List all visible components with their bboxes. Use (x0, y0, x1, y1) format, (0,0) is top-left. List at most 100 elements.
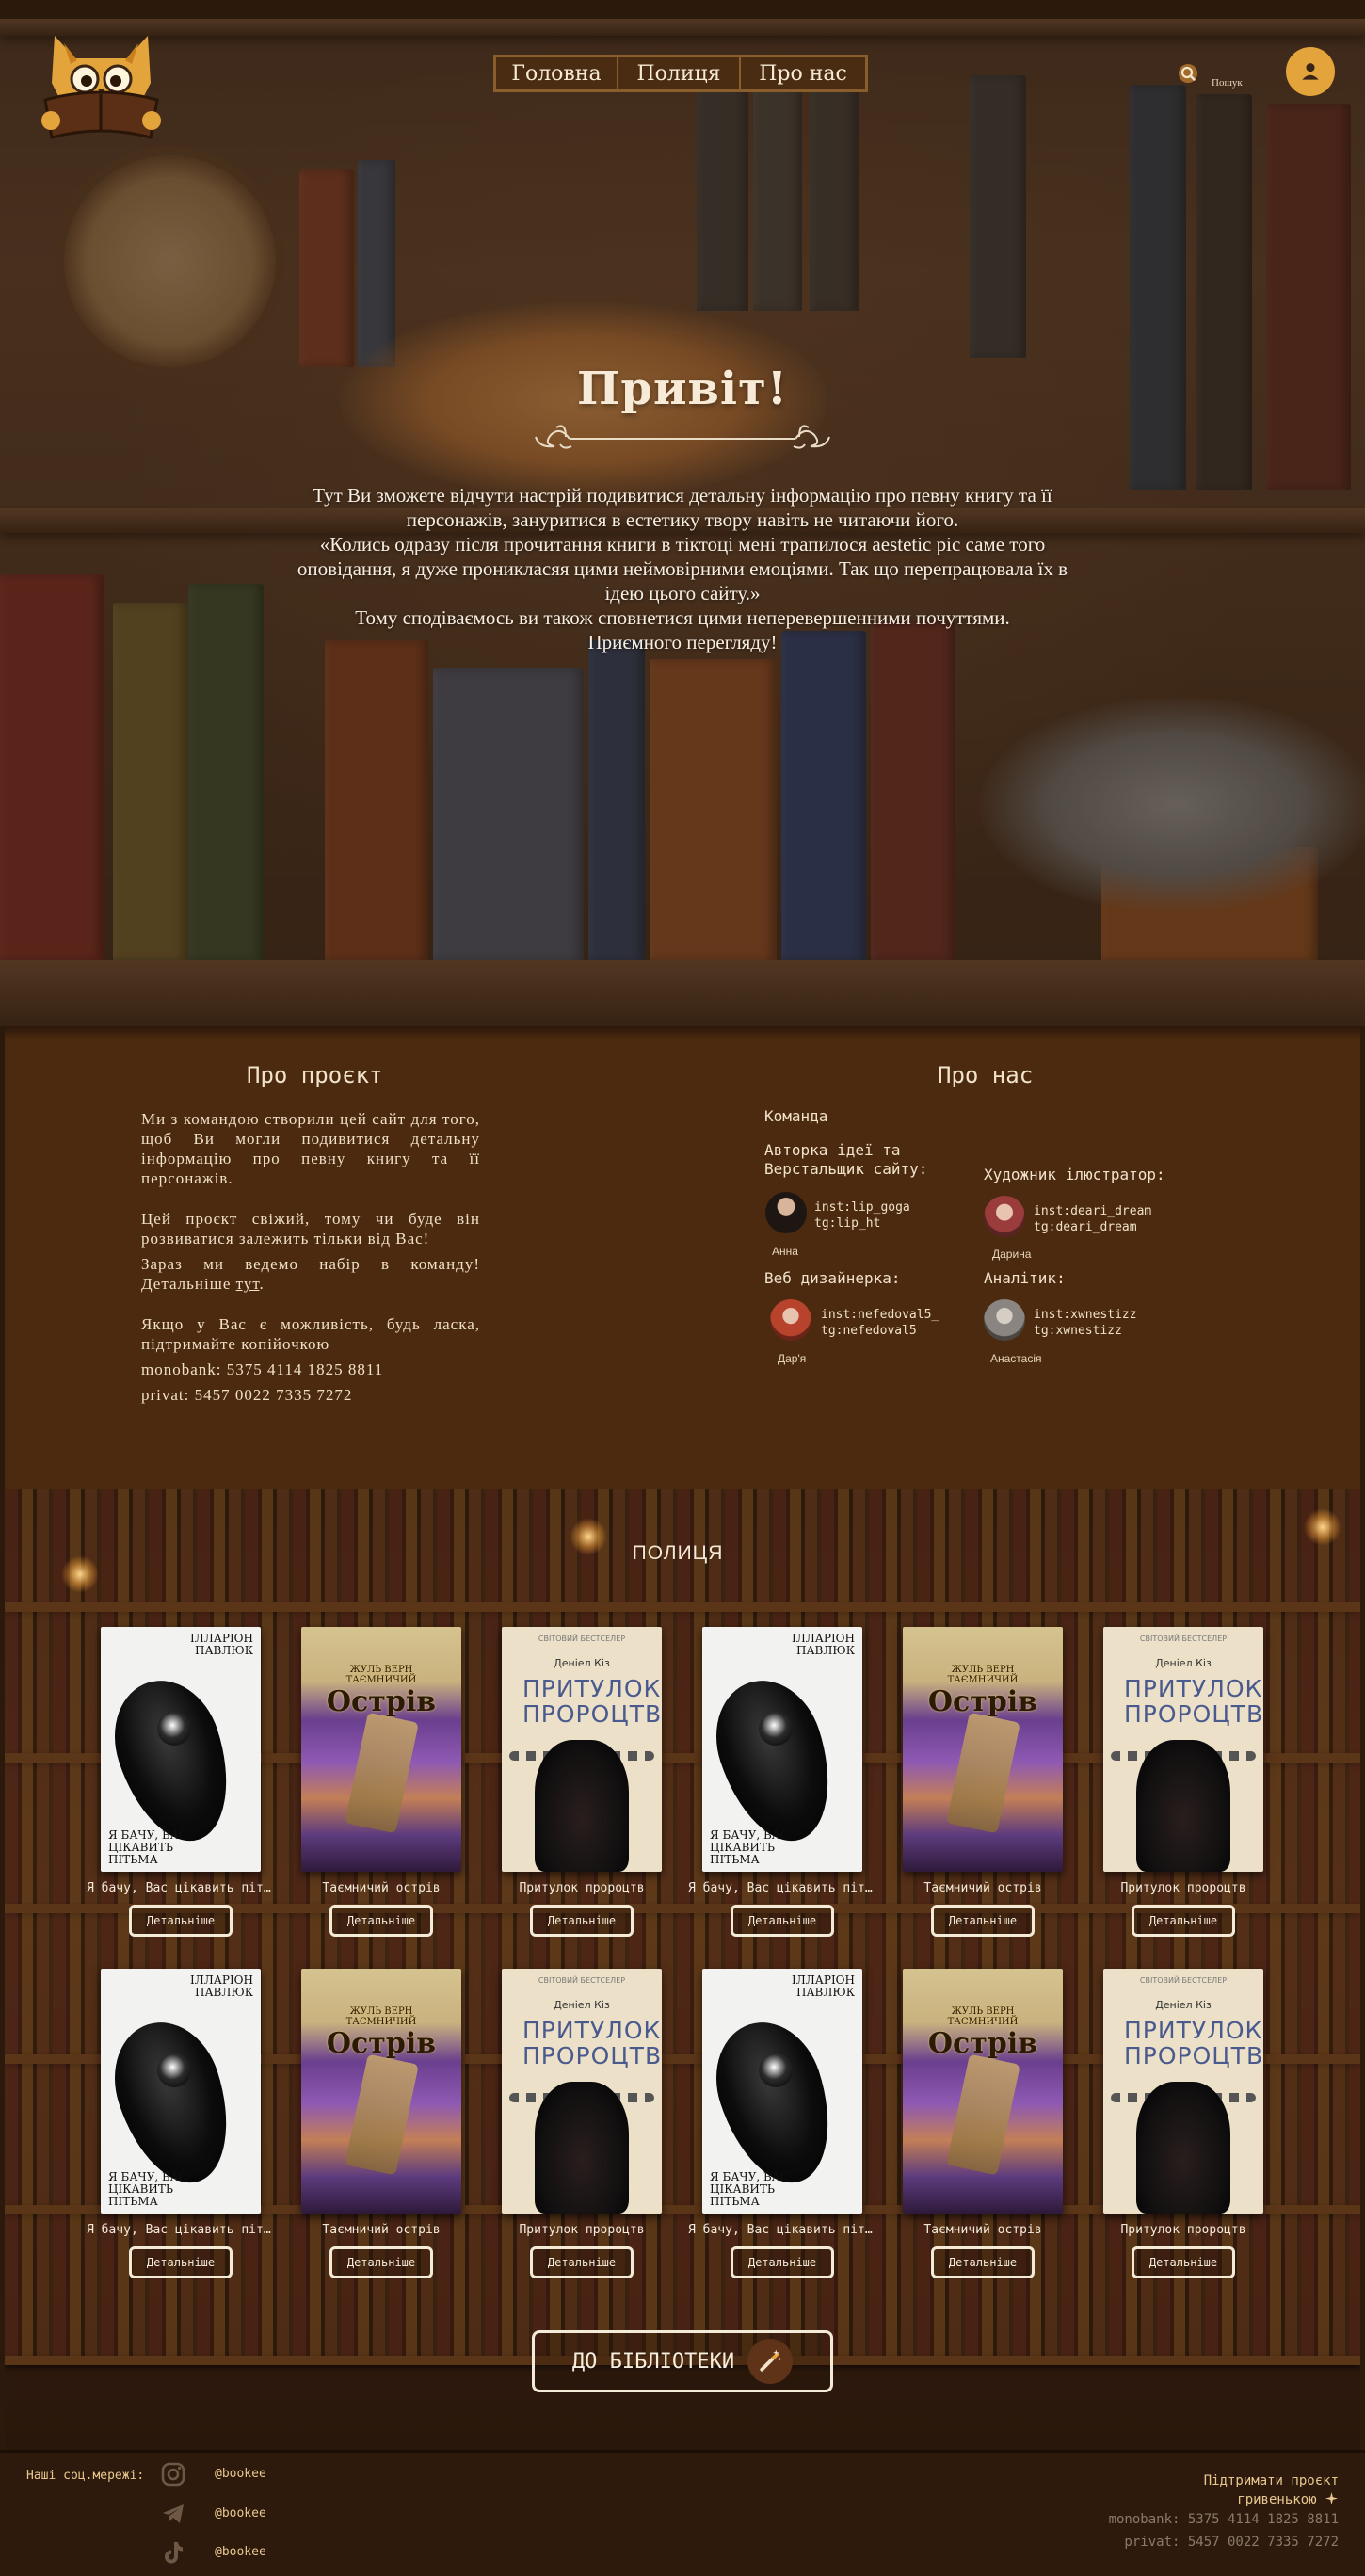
background-shelf (5, 1602, 1360, 1612)
details-button[interactable]: Детальніше (530, 1905, 634, 1937)
book-title: Я бачу, Вас цікавить пітьма (87, 2223, 275, 2237)
book-cover-image[interactable]: СВІТОВИЙ БЕСТСЕЛЕР Деніел Кіз ПРИТУЛОК ПРО… (502, 1969, 662, 2214)
details-button[interactable]: Детальніше (731, 1905, 834, 1937)
details-button[interactable]: Детальніше (329, 1905, 433, 1937)
telegram-handle[interactable]: tg:xwnestizz (1034, 1323, 1137, 1339)
telegram-icon[interactable] (160, 2501, 186, 2527)
user-icon (1302, 63, 1319, 80)
cover-author: ЖУЛЬ ВЕРН (951, 1665, 1015, 1675)
book-title: Таємничий острів (923, 2223, 1042, 2237)
cover-art (946, 1712, 1020, 1834)
cover-art (101, 1666, 249, 1856)
site-logo[interactable] (38, 26, 165, 141)
hero-line: Тому сподіваємось ви також сповнетися ци… (355, 606, 1010, 629)
cover-art (1136, 2082, 1230, 2214)
avatar (765, 1192, 807, 1233)
cover-title-block: ЖУЛЬ ВЕРН ТАЄМНИЧИЙ Острів (903, 2006, 1063, 2060)
search-label[interactable]: Пошук (1212, 77, 1243, 89)
hero-intro-text: Тут Ви зможете відчути настрій подивитис… (282, 483, 1083, 654)
details-button[interactable]: Детальніше (931, 1905, 1035, 1937)
cover-author: Деніел Кіз (554, 1657, 610, 1669)
instagram-handle[interactable]: inst:xwnestizz (1034, 1307, 1137, 1323)
cover-title: Острів (927, 1685, 1038, 1718)
instagram-handle[interactable]: inst:lip_goga (814, 1199, 910, 1216)
book-cover-image[interactable]: ЖУЛЬ ВЕРН ТАЄМНИЧИЙ Острів (903, 1627, 1063, 1872)
book-cover-image[interactable]: ЖУЛЬ ВЕРН ТАЄМНИЧИЙ Острів (301, 1969, 461, 2214)
cover-author: ІЛЛАРІОН ПАВЛЮК (792, 1632, 855, 1657)
cover-title-block: ЖУЛЬ ВЕРН ТАЄМНИЧИЙ Острів (301, 2006, 461, 2060)
book-cover-image[interactable]: ІЛЛАРІОН ПАВЛЮК Я БАЧУ, ВАС ЦІКАВИТЬ ПІТЬ… (101, 1627, 261, 1872)
member-role: Художник ілюстратор: (984, 1166, 1165, 1183)
monobank-card: monobank: 5375 4114 1825 8811 (141, 1360, 384, 1378)
privat-card: privat: 5457 0022 7335 7272 (141, 1386, 353, 1404)
book-cover-image[interactable]: СВІТОВИЙ БЕСТСЕЛЕР Деніел Кіз ПРИТУЛОК ПРО… (1103, 1627, 1263, 1872)
ornament-divider-icon (535, 425, 830, 449)
instagram-handle[interactable]: inst:nefedoval5_ (821, 1307, 939, 1323)
cover-art (157, 2053, 191, 2087)
member-handles: inst:xwnestizz tg:xwnestizz (1034, 1307, 1137, 1339)
book-cover-image[interactable]: СВІТОВИЙ БЕСТСЕЛЕР Деніел Кіз ПРИТУЛОК ПРО… (502, 1627, 662, 1872)
recruit-link[interactable]: тут (236, 1275, 260, 1293)
cover-tagline: СВІТОВИЙ БЕСТСЕЛЕР (538, 1634, 626, 1643)
instagram-icon[interactable] (160, 2461, 186, 2487)
tiktok-icon[interactable] (160, 2539, 186, 2566)
nav-shelf[interactable]: Полиця (618, 57, 741, 89)
team-label: Команда (764, 1107, 828, 1125)
book-cover-image[interactable]: ІЛЛАРІОН ПАВЛЮК Я БАЧУ, ВАС ЦІКАВИТЬ ПІТЬ… (101, 1969, 261, 2214)
user-profile-button[interactable] (1286, 47, 1335, 96)
cover-art (345, 2053, 419, 2176)
hero-title: Привіт! (577, 362, 788, 415)
book-card: СВІТОВИЙ БЕСТСЕЛЕР Деніел Кіз ПРИТУЛОК ПРО… (1103, 1627, 1263, 1937)
instagram-handle[interactable]: inst:deari_dream (1034, 1203, 1151, 1219)
cover-title: ПРИТУЛОК ПРОРОЦТВ (1124, 2017, 1263, 2069)
cover-title: Острів (326, 1685, 437, 1718)
cover-art (535, 2082, 629, 2214)
book-cover-image[interactable]: ІЛЛАРІОН ПАВЛЮК Я БАЧУ, ВАС ЦІКАВИТЬ ПІТЬ… (702, 1627, 862, 1872)
book-cover-image[interactable]: ЖУЛЬ ВЕРН ТАЄМНИЧИЙ Острів (903, 1969, 1063, 2214)
details-button[interactable]: Детальніше (129, 1905, 233, 1937)
cover-author: ІЛЛАРІОН ПАВЛЮК (190, 1632, 253, 1657)
cover-art (1136, 1740, 1230, 1872)
details-button[interactable]: Детальніше (1132, 1905, 1235, 1937)
cover-author: Деніел Кіз (1155, 1657, 1212, 1669)
details-button[interactable]: Детальніше (1132, 2246, 1235, 2278)
cover-art (157, 1712, 191, 1746)
book-card: ЖУЛЬ ВЕРН ТАЄМНИЧИЙ Острів Таємничий острів… (903, 1969, 1063, 2278)
details-button[interactable]: Детальніше (931, 2246, 1035, 2278)
details-button[interactable]: Детальніше (329, 2246, 433, 2278)
instagram-handle[interactable]: @bookee (215, 2467, 266, 2481)
cover-tagline: СВІТОВИЙ БЕСТСЕЛЕР (1139, 1976, 1228, 1985)
about-project-text: Ми з командою створили цей сайт для того… (141, 1109, 480, 1405)
library-button[interactable]: ДО БІБЛІОТЕКИ (532, 2330, 833, 2392)
book-cover-image[interactable]: ІЛЛАРІОН ПАВЛЮК Я БАЧУ, ВАС ЦІКАВИТЬ ПІТЬ… (702, 1969, 862, 2214)
member-role: Авторка ідеї та Верстальщик сайту: (764, 1141, 928, 1178)
telegram-handle[interactable]: tg:nefedoval5 (821, 1323, 939, 1339)
cover-title: Я БАЧУ, ВАС ЦІКАВИТЬ ПІТЬМА (710, 1828, 790, 1866)
about-us-title: Про нас (938, 1062, 1034, 1088)
book-cover-image[interactable]: ЖУЛЬ ВЕРН ТАЄМНИЧИЙ Острів (301, 1627, 461, 1872)
nav-about[interactable]: Про нас (741, 57, 865, 89)
support-line: гривенькою (1237, 2492, 1317, 2507)
telegram-handle[interactable]: tg:lip_ht (814, 1216, 910, 1232)
book-card: ЖУЛЬ ВЕРН ТАЄМНИЧИЙ Острів Таємничий острів… (301, 1627, 461, 1937)
footer-privat: privat: 5457 0022 7335 7272 (1124, 2535, 1339, 2550)
hero-line: Приємного перегляду! (587, 631, 778, 653)
details-button[interactable]: Детальніше (731, 2246, 834, 2278)
details-button[interactable]: Детальніше (530, 2246, 634, 2278)
tiktok-handle[interactable]: @bookee (215, 2545, 266, 2559)
cover-title: ПРИТУЛОК ПРОРОЦТВ (522, 2017, 662, 2069)
book-card: ІЛЛАРІОН ПАВЛЮК Я БАЧУ, ВАС ЦІКАВИТЬ ПІТЬ… (688, 1969, 876, 2278)
cover-title: Я БАЧУ, ВАС ЦІКАВИТЬ ПІТЬМА (108, 2170, 188, 2208)
book-title: Я бачу, Вас цікавить пітьма (688, 1881, 876, 1895)
member-handles: inst:nefedoval5_ tg:nefedoval5 (821, 1307, 939, 1339)
telegram-handle[interactable]: tg:deari_dream (1034, 1219, 1151, 1235)
nav-home[interactable]: Головна (496, 57, 618, 89)
book-title: Притулок пророцтв (519, 2223, 645, 2237)
cover-art (535, 1740, 629, 1872)
details-button[interactable]: Детальніше (129, 2246, 233, 2278)
book-cover-image[interactable]: СВІТОВИЙ БЕСТСЕЛЕР Деніел Кіз ПРИТУЛОК ПРО… (1103, 1969, 1263, 2214)
search-icon[interactable] (1177, 62, 1199, 85)
support-line-2: гривенькою (943, 2490, 1339, 2509)
telegram-handle[interactable]: @bookee (215, 2506, 266, 2520)
project-paragraph: Якщо у Вас є можливість, будь ласка, під… (141, 1315, 480, 1353)
